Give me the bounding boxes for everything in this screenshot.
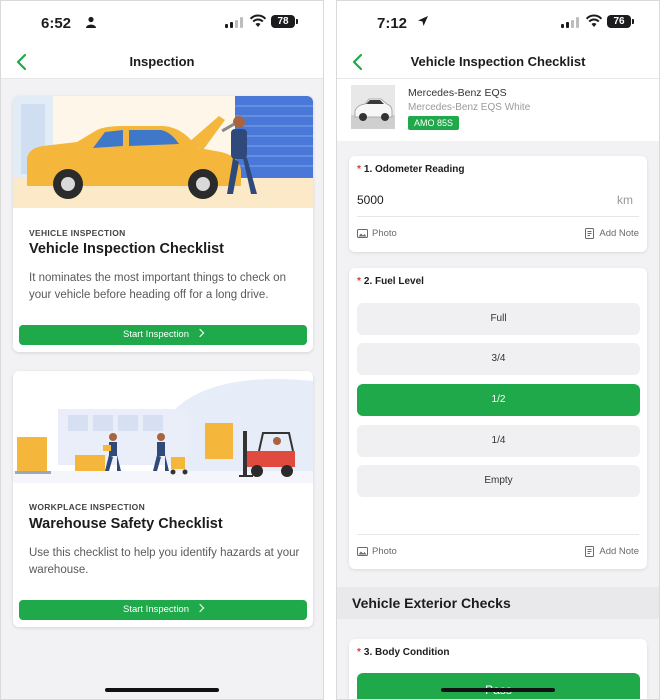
warehouse-illustration	[13, 371, 313, 483]
location-arrow-icon	[418, 16, 428, 26]
vehicle-subtitle: Mercedes-Benz EQS White	[408, 102, 531, 113]
note-icon	[585, 228, 595, 239]
wifi-icon	[585, 14, 603, 27]
photo-label: Photo	[372, 228, 397, 239]
page-title: Vehicle Inspection Checklist	[410, 54, 586, 69]
card-description: Use this checklist to help you identify …	[29, 547, 300, 576]
card-category: WORKPLACE INSPECTION	[29, 502, 146, 512]
battery-icon: 78	[271, 15, 298, 28]
car-mechanic-illustration	[13, 96, 313, 208]
signal-icon	[225, 17, 243, 28]
odometer-question: * 1. Odometer Reading 5000 km Photo Add N…	[349, 156, 647, 252]
inspection-screen: 6:52 78 Inspection VEHICLE INSPECTION Ve…	[0, 0, 324, 700]
note-icon	[585, 546, 595, 557]
image-icon	[357, 547, 368, 556]
add-note-label: Add Note	[599, 228, 639, 239]
nav-bar: Inspection	[1, 45, 323, 79]
fuel-option-full[interactable]: Full	[357, 303, 640, 335]
section-title: Vehicle Exterior Checks	[352, 595, 511, 611]
card-title: Vehicle Inspection Checklist	[29, 241, 225, 257]
fuel-option-half[interactable]: 1/2	[357, 384, 640, 416]
question-title: * 2. Fuel Level	[357, 276, 424, 287]
wifi-icon	[249, 14, 267, 27]
divider	[357, 216, 639, 217]
signal-icon	[561, 17, 579, 28]
status-bar: 6:52 78	[1, 1, 323, 45]
required-marker: *	[357, 647, 361, 658]
section-header: Vehicle Exterior Checks	[337, 587, 659, 619]
status-time: 6:52	[41, 15, 72, 32]
question-label: Odometer Reading	[375, 164, 465, 175]
question-label: Body Condition	[375, 647, 450, 658]
vehicle-header: Mercedes-Benz EQS Mercedes-Benz EQS Whit…	[337, 79, 659, 141]
add-note-button[interactable]: Add Note	[584, 228, 639, 239]
required-marker: *	[357, 276, 361, 287]
fuel-option-empty[interactable]: Empty	[357, 465, 640, 497]
start-inspection-label: Start Inspection	[122, 604, 189, 615]
nav-bar: Vehicle Inspection Checklist	[337, 45, 659, 79]
card-category: VEHICLE INSPECTION	[29, 228, 126, 238]
chevron-right-icon	[195, 328, 205, 338]
person-icon	[86, 16, 96, 28]
image-icon	[357, 229, 368, 238]
photo-label: Photo	[372, 546, 397, 557]
home-indicator[interactable]	[105, 688, 219, 692]
divider	[357, 534, 639, 535]
question-title: * 3. Body Condition	[357, 647, 449, 658]
fuel-option-three-quarters[interactable]: 3/4	[357, 343, 640, 375]
photo-button[interactable]: Photo	[357, 546, 397, 557]
home-indicator[interactable]	[441, 688, 555, 692]
start-inspection-button[interactable]: Start Inspection	[19, 600, 307, 620]
vehicle-photo	[351, 85, 395, 129]
odometer-input[interactable]: 5000	[357, 193, 384, 207]
photo-button[interactable]: Photo	[357, 228, 397, 239]
question-label: Fuel Level	[375, 276, 424, 287]
add-note-button[interactable]: Add Note	[584, 546, 639, 557]
pass-button[interactable]: Pass	[357, 673, 640, 699]
add-note-label: Add Note	[599, 546, 639, 557]
question-number: 2.	[363, 276, 373, 287]
chevron-right-icon	[195, 603, 205, 613]
status-bar: 7:12 76	[337, 1, 659, 45]
battery-icon: 76	[607, 15, 634, 28]
start-inspection-label: Start Inspection	[122, 329, 189, 340]
question-number: 3.	[363, 647, 373, 658]
card-description: It nominates the most important things t…	[29, 272, 286, 301]
odometer-unit: km	[617, 193, 633, 207]
vehicle-name: Mercedes-Benz EQS	[408, 87, 507, 99]
fuel-option-quarter[interactable]: 1/4	[357, 425, 640, 457]
card-title: Warehouse Safety Checklist	[29, 516, 223, 532]
license-plate-badge: AMO 85S	[408, 116, 460, 130]
required-marker: *	[357, 164, 361, 175]
question-title: * 1. Odometer Reading	[357, 164, 465, 175]
warehouse-safety-card[interactable]: WORKPLACE INSPECTION Warehouse Safety Ch…	[13, 371, 313, 627]
start-inspection-button[interactable]: Start Inspection	[19, 325, 307, 345]
checklist-screen: 7:12 76 Vehicle Inspection Checklist Mer…	[336, 0, 660, 700]
status-time: 7:12	[377, 15, 408, 32]
vehicle-inspection-card[interactable]: VEHICLE INSPECTION Vehicle Inspection Ch…	[13, 96, 313, 352]
question-number: 1.	[363, 164, 373, 175]
page-title: Inspection	[129, 54, 195, 69]
fuel-level-question: * 2. Fuel Level Full 3/4 1/2 1/4 Empty Ph…	[349, 268, 647, 569]
